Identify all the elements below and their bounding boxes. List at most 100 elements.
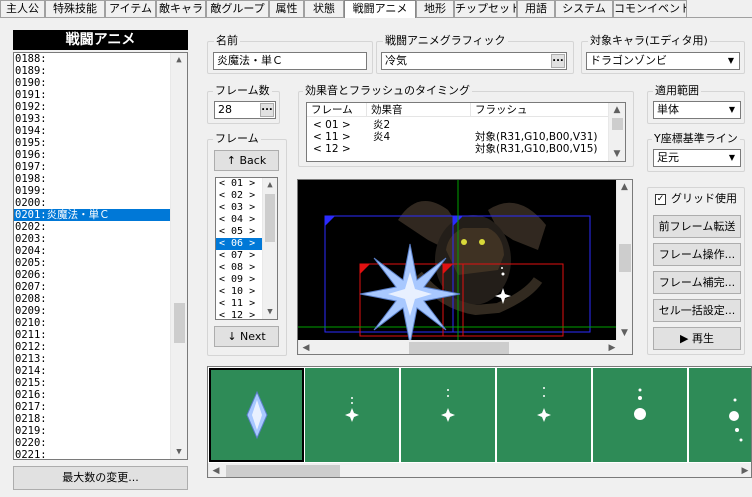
animation-list-item[interactable]: 0212: bbox=[14, 341, 187, 353]
target-select[interactable]: ドラゴンゾンビ ▼ bbox=[586, 52, 740, 70]
chevron-down-icon[interactable]: ▼ bbox=[263, 305, 277, 319]
animation-list-item[interactable]: 0191: bbox=[14, 89, 187, 101]
chevron-down-icon[interactable]: ▼ bbox=[171, 445, 187, 459]
prev-frame-transfer-button[interactable]: 前フレーム転送 bbox=[653, 215, 741, 238]
play-button[interactable]: ▶ 再生 bbox=[653, 327, 741, 350]
cell-2[interactable] bbox=[305, 368, 400, 462]
chevron-down-icon[interactable]: ▼ bbox=[617, 326, 632, 340]
cell-batch-button[interactable]: セル一括設定... bbox=[653, 299, 741, 322]
se-row-frame[interactable]: < 01 > bbox=[313, 120, 351, 131]
chevron-down-icon[interactable]: ▼ bbox=[609, 147, 625, 161]
animation-list-item[interactable]: 0200: bbox=[14, 197, 187, 209]
chevron-down-icon[interactable]: ▼ bbox=[723, 53, 739, 69]
se-row-flash[interactable]: 対象(R31,G10,B00,V15) bbox=[475, 144, 597, 155]
animation-list-item[interactable]: 0220: bbox=[14, 437, 187, 449]
name-input[interactable]: 炎魔法・単Ｃ bbox=[213, 52, 367, 70]
animation-list-item[interactable]: 0217: bbox=[14, 401, 187, 413]
tab-attributes[interactable]: 属性 bbox=[269, 0, 304, 17]
se-row-frame[interactable]: < 12 > bbox=[313, 144, 351, 155]
tab-skills[interactable]: 特殊技能 bbox=[45, 0, 105, 17]
animation-list-item[interactable]: 0188: bbox=[14, 53, 187, 65]
animation-list-item[interactable]: 0214: bbox=[14, 365, 187, 377]
scroll-thumb[interactable] bbox=[226, 465, 340, 477]
canvas-vscroll[interactable]: ▲ ▼ bbox=[616, 180, 632, 340]
chevron-down-icon[interactable]: ▼ bbox=[724, 102, 740, 118]
frame-scrollbar[interactable]: ▲ ▼ bbox=[262, 178, 277, 319]
check-icon[interactable]: ✓ bbox=[655, 194, 666, 205]
frame-ops-button[interactable]: フレーム操作... bbox=[653, 243, 741, 266]
animation-list-item[interactable]: 0210: bbox=[14, 317, 187, 329]
chevron-left-icon[interactable]: ◀ bbox=[209, 463, 223, 477]
animation-list-item[interactable]: 0190: bbox=[14, 77, 187, 89]
chevron-up-icon[interactable]: ▲ bbox=[609, 103, 625, 117]
scroll-thumb[interactable] bbox=[612, 118, 623, 130]
tab-vocab[interactable]: 用語 bbox=[517, 0, 555, 17]
chevron-up-icon[interactable]: ▲ bbox=[263, 178, 277, 192]
scroll-thumb[interactable] bbox=[409, 342, 509, 354]
cell-strip[interactable]: ◀ ▶ bbox=[207, 366, 752, 478]
col-frame[interactable]: フレーム bbox=[307, 103, 367, 117]
animation-list-item[interactable]: 0206: bbox=[14, 269, 187, 281]
animation-list-item[interactable]: 0189: bbox=[14, 65, 187, 77]
tab-battle-anim[interactable]: 戦闘アニメ bbox=[344, 0, 416, 18]
cell-6[interactable] bbox=[689, 368, 751, 462]
animation-list-item[interactable]: 0213: bbox=[14, 353, 187, 365]
tab-hero[interactable]: 主人公 bbox=[0, 0, 45, 17]
tab-common-events[interactable]: コモンイベント bbox=[613, 0, 687, 17]
change-max-button[interactable]: 最大数の変更... bbox=[13, 466, 188, 490]
animation-list-item[interactable]: 0221: bbox=[14, 449, 187, 459]
graphic-field[interactable]: 冷気 ... bbox=[381, 52, 567, 70]
se-row-flash[interactable]: 対象(R31,G10,B00,V31) bbox=[475, 132, 597, 143]
cell-1[interactable] bbox=[209, 368, 304, 462]
animation-list-item[interactable]: 0219: bbox=[14, 425, 187, 437]
animation-list-item[interactable]: 0194: bbox=[14, 125, 187, 137]
frame-list[interactable]: < 01 > < 02 > < 03 > < 04 > < 05 > < 06 > < 07… bbox=[215, 177, 278, 320]
animation-list-item[interactable]: 0197: bbox=[14, 161, 187, 173]
chevron-right-icon[interactable]: ▶ bbox=[605, 340, 619, 354]
animation-list-item[interactable]: 0205: bbox=[14, 257, 187, 269]
animation-list-item[interactable]: 0202: bbox=[14, 221, 187, 233]
frame-interp-button[interactable]: フレーム補完... bbox=[653, 271, 741, 294]
animation-list-item[interactable]: 0192: bbox=[14, 101, 187, 113]
tab-enemies[interactable]: 敵キャラ bbox=[156, 0, 206, 17]
animation-list-item[interactable]: 0207: bbox=[14, 281, 187, 293]
animation-list-item[interactable]: 0216: bbox=[14, 389, 187, 401]
grid-use-label[interactable]: グリッド使用 bbox=[669, 193, 739, 205]
animation-list-item[interactable]: 0199: bbox=[14, 185, 187, 197]
ellipsis-icon[interactable]: ... bbox=[551, 54, 565, 68]
animation-list-item[interactable]: 0211: bbox=[14, 329, 187, 341]
tab-chipset[interactable]: チップセット bbox=[454, 0, 517, 17]
tab-enemy-groups[interactable]: 敵グループ bbox=[206, 0, 269, 17]
cell-4[interactable] bbox=[497, 368, 592, 462]
chevron-left-icon[interactable]: ◀ bbox=[299, 340, 313, 354]
chevron-right-icon[interactable]: ▶ bbox=[738, 463, 751, 477]
col-sound[interactable]: 効果音 bbox=[367, 103, 471, 117]
strip-hscroll[interactable]: ◀ ▶ bbox=[208, 463, 751, 477]
tab-terrain[interactable]: 地形 bbox=[416, 0, 454, 17]
scope-select[interactable]: 単体 ▼ bbox=[653, 101, 741, 119]
tab-items[interactable]: アイテム bbox=[105, 0, 156, 17]
animation-list-item[interactable]: 0204: bbox=[14, 245, 187, 257]
animation-list-item[interactable]: 0218: bbox=[14, 413, 187, 425]
se-scrollbar[interactable]: ▲ ▼ bbox=[608, 103, 625, 161]
animation-list-item[interactable]: 0196: bbox=[14, 149, 187, 161]
animation-list-scrollbar[interactable]: ▲ ▼ bbox=[170, 53, 187, 459]
scroll-thumb[interactable] bbox=[265, 194, 275, 242]
animation-list-item[interactable]: 0209: bbox=[14, 305, 187, 317]
animation-list[interactable]: 0188: 0189: 0190: 0191: 0192: 0193: 0194: 0195:… bbox=[13, 52, 188, 460]
se-row-frame[interactable]: < 11 > bbox=[313, 132, 351, 143]
chevron-down-icon[interactable]: ▼ bbox=[724, 150, 740, 166]
canvas-hscroll[interactable]: ◀ ▶ bbox=[298, 340, 632, 354]
se-timing-table[interactable]: フレーム 効果音 フラッシュ < 01 > 炎2 < 11 > 炎4 対象(R3… bbox=[306, 102, 626, 162]
ybase-select[interactable]: 足元 ▼ bbox=[653, 149, 741, 167]
animation-canvas[interactable]: ▲ ▼ ◀ ▶ bbox=[297, 179, 633, 355]
ellipsis-icon[interactable]: ... bbox=[260, 103, 274, 117]
chevron-up-icon[interactable]: ▲ bbox=[171, 53, 187, 67]
se-row-sound[interactable]: 炎2 bbox=[373, 120, 390, 131]
animation-list-item[interactable]: 0203: bbox=[14, 233, 187, 245]
animation-list-item[interactable]: 0193: bbox=[14, 113, 187, 125]
animation-list-item[interactable]: 0208: bbox=[14, 293, 187, 305]
scroll-thumb[interactable] bbox=[174, 303, 185, 343]
col-flash[interactable]: フラッシュ bbox=[471, 103, 610, 117]
tab-states[interactable]: 状態 bbox=[304, 0, 344, 17]
